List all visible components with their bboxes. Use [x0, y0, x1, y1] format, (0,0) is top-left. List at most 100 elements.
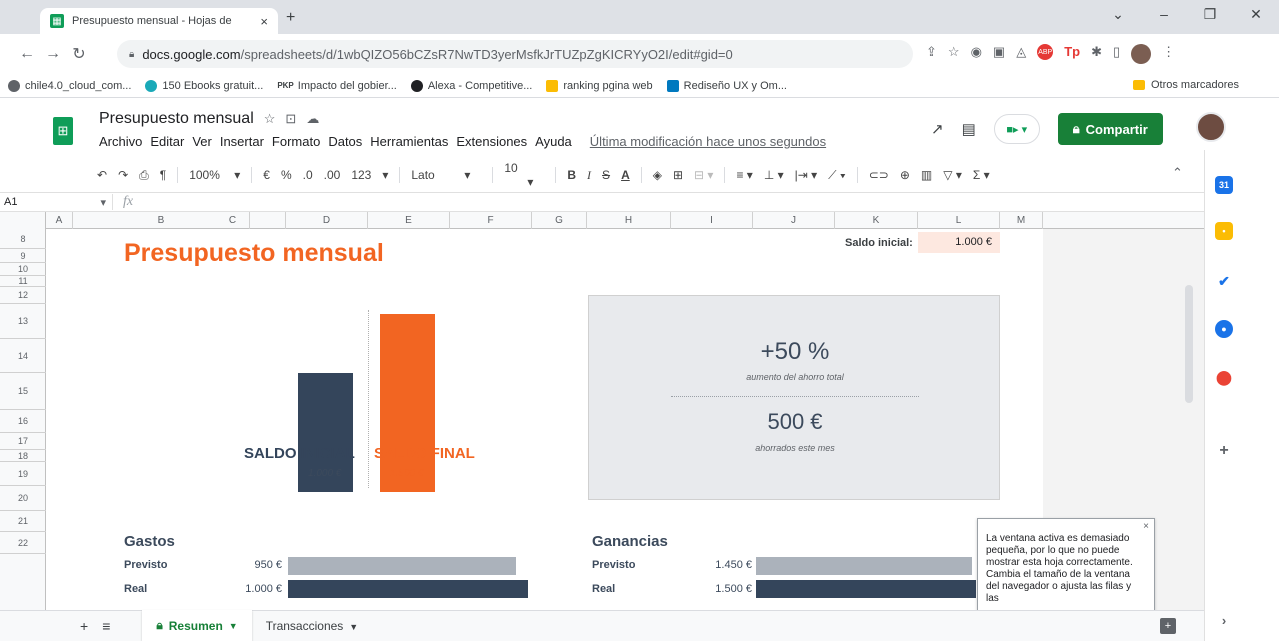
- row-header[interactable]: 12: [0, 287, 46, 304]
- row-header[interactable]: 13: [0, 304, 46, 339]
- reload-icon[interactable]: ↻: [66, 44, 92, 64]
- column-header-k[interactable]: K: [835, 212, 918, 229]
- close-window-icon[interactable]: ✕: [1233, 6, 1279, 23]
- calendar-icon[interactable]: 31: [1215, 176, 1233, 194]
- contacts-icon[interactable]: ●: [1215, 320, 1233, 338]
- row-header[interactable]: 15: [0, 373, 46, 410]
- insert-comment-icon[interactable]: ⊕: [900, 168, 910, 182]
- minimize-icon[interactable]: –: [1141, 6, 1187, 23]
- undo-icon[interactable]: ↶: [97, 168, 107, 182]
- close-icon[interactable]: ×: [1143, 521, 1149, 533]
- column-header-a[interactable]: A: [46, 212, 73, 229]
- share-page-icon[interactable]: ⇪: [926, 44, 937, 64]
- tab-search-icon[interactable]: ⌄: [1095, 6, 1141, 23]
- sheets-logo-icon[interactable]: ⊞: [53, 117, 73, 145]
- bookmark-item[interactable]: chile4.0_cloud_com...: [8, 79, 131, 92]
- font-select[interactable]: Lato ▾: [411, 168, 481, 182]
- extensions-puzzle-icon[interactable]: ✱: [1091, 44, 1102, 64]
- explore-icon[interactable]: +: [1160, 618, 1176, 634]
- all-sheets-button[interactable]: ≡: [102, 618, 110, 634]
- bookmark-item[interactable]: 150 Ebooks gratuit...: [145, 79, 263, 92]
- close-tab-icon[interactable]: ×: [260, 14, 268, 29]
- more-formats-button[interactable]: 123 ▾: [351, 168, 388, 182]
- row-header[interactable]: 8: [0, 229, 46, 249]
- fill-color-icon[interactable]: ◈: [653, 168, 662, 182]
- row-header[interactable]: 19: [0, 462, 46, 486]
- other-bookmarks[interactable]: Otros marcadores: [1132, 79, 1239, 91]
- column-header-g[interactable]: G: [532, 212, 587, 229]
- increase-decimal-button[interactable]: .00: [324, 168, 341, 182]
- row-header[interactable]: 10: [0, 263, 46, 276]
- keep-icon[interactable]: •: [1215, 222, 1233, 240]
- sheet-tab-resumen[interactable]: 🔒︎ Resumen ▼: [142, 610, 252, 641]
- row-header[interactable]: 21: [0, 511, 46, 532]
- percent-format-button[interactable]: %: [281, 168, 292, 182]
- camera-extension-icon[interactable]: ◉: [971, 44, 982, 64]
- browser-menu-icon[interactable]: ⋮: [1162, 44, 1175, 64]
- merge-cells-icon[interactable]: ⊟ ▾: [694, 168, 713, 182]
- currency-format-button[interactable]: €: [263, 168, 270, 182]
- text-color-button[interactable]: A: [621, 168, 630, 182]
- row-header[interactable]: 18: [0, 450, 46, 462]
- decrease-decimal-button[interactable]: .0: [303, 168, 313, 182]
- row-header[interactable]: 17: [0, 433, 46, 450]
- row-header[interactable]: 22: [0, 532, 46, 554]
- filter-icon[interactable]: ▽ ▾: [943, 168, 962, 182]
- row-header[interactable]: 20: [0, 486, 46, 511]
- saldo-inicial-input-cell[interactable]: 1.000 €: [918, 232, 1000, 253]
- bold-button[interactable]: B: [567, 168, 576, 182]
- menu-extensiones[interactable]: Extensiones: [456, 134, 527, 149]
- tp-extension-icon[interactable]: Tp: [1064, 44, 1080, 64]
- text-rotate-icon[interactable]: ⟋ ▾: [828, 168, 846, 183]
- side-panel-icon[interactable]: ▯: [1113, 44, 1120, 64]
- bookmark-item[interactable]: Rediseño UX y Om...: [666, 79, 787, 92]
- adblock-plus-icon[interactable]: ABP: [1037, 44, 1054, 60]
- menu-editar[interactable]: Editar: [150, 134, 184, 149]
- vertical-align-icon[interactable]: ⊥ ▾: [764, 168, 784, 182]
- back-icon[interactable]: ←: [14, 45, 40, 63]
- menu-herramientas[interactable]: Herramientas: [370, 134, 448, 149]
- menu-ayuda[interactable]: Ayuda: [535, 134, 572, 149]
- move-folder-icon[interactable]: ⊡: [285, 111, 296, 127]
- menu-insertar[interactable]: Insertar: [220, 134, 264, 149]
- menu-ver[interactable]: Ver: [192, 134, 212, 149]
- bookmark-item[interactable]: ranking pgina web: [546, 79, 653, 92]
- restore-icon[interactable]: ❐: [1187, 6, 1233, 23]
- column-header-l[interactable]: L: [918, 212, 1000, 229]
- italic-button[interactable]: I: [587, 168, 591, 183]
- column-header-j[interactable]: J: [753, 212, 835, 229]
- text-wrap-icon[interactable]: |⇥ ▾: [795, 168, 818, 182]
- comments-icon[interactable]: ▤: [962, 120, 976, 138]
- insert-chart-icon[interactable]: ▥: [921, 168, 932, 182]
- profile-avatar[interactable]: [1131, 44, 1152, 64]
- show-side-panel-icon[interactable]: ›: [1215, 612, 1233, 630]
- zoom-select[interactable]: 100% ▾: [189, 168, 240, 182]
- bookmark-item[interactable]: PKP Impacto del gobier...: [277, 80, 397, 92]
- menu-datos[interactable]: Datos: [328, 134, 362, 149]
- bookmark-item[interactable]: Alexa - Competitive...: [410, 79, 532, 92]
- user-avatar[interactable]: [1196, 112, 1226, 142]
- address-bar[interactable]: 🔒︎ docs.google.com/spreadsheets/d/1wbQIZ…: [117, 40, 913, 68]
- row-header[interactable]: 14: [0, 339, 46, 373]
- print-icon[interactable]: ⎙: [139, 168, 149, 183]
- collapse-menus-icon[interactable]: ⌃: [1172, 165, 1183, 181]
- new-tab-button[interactable]: +: [286, 9, 295, 27]
- meet-button[interactable]: ■▸ ▾: [993, 114, 1040, 144]
- column-header-h[interactable]: H: [587, 212, 671, 229]
- menu-archivo[interactable]: Archivo: [99, 134, 142, 149]
- share-button[interactable]: 🔒︎ Compartir: [1057, 113, 1163, 145]
- tasks-icon[interactable]: ✔: [1215, 272, 1233, 290]
- strikethrough-button[interactable]: S: [602, 168, 610, 182]
- star-icon[interactable]: ☆: [264, 111, 276, 127]
- row-header[interactable]: 9: [0, 249, 46, 263]
- font-size-select[interactable]: 10 ▾: [504, 161, 544, 189]
- last-modified-link[interactable]: Última modificación hace unos segundos: [590, 134, 826, 149]
- maps-icon[interactable]: ⬤: [1215, 368, 1233, 386]
- menu-formato[interactable]: Formato: [272, 134, 320, 149]
- activity-trend-icon[interactable]: ↗: [931, 120, 944, 138]
- column-header-d[interactable]: D: [286, 212, 368, 229]
- document-title[interactable]: Presupuesto mensual: [99, 110, 254, 128]
- select-all-corner[interactable]: [0, 212, 46, 229]
- cloud-status-icon[interactable]: ☁: [306, 111, 319, 127]
- column-header-e[interactable]: E: [368, 212, 450, 229]
